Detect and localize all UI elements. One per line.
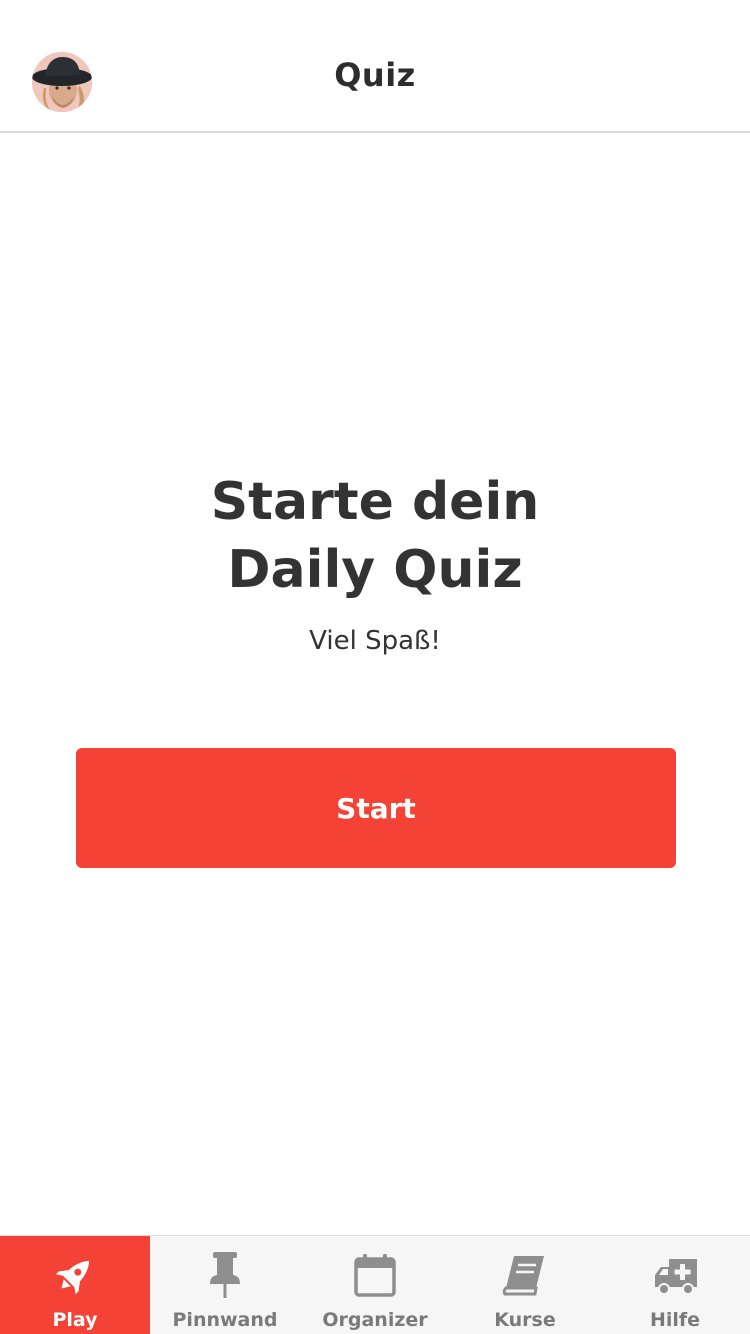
tab-hilfe[interactable]: Hilfe: [600, 1236, 750, 1334]
book-icon: [500, 1250, 550, 1300]
tab-label-hilfe: Hilfe: [649, 1309, 701, 1331]
pushpin-icon: [200, 1250, 250, 1300]
tab-label-play: Play: [52, 1309, 98, 1331]
rocket-icon: [50, 1250, 100, 1300]
bottom-tab-bar: Play Pinnwand Organizer Kurse Hilfe: [0, 1235, 750, 1334]
tab-organizer[interactable]: Organizer: [300, 1236, 450, 1334]
start-button[interactable]: Start: [76, 748, 676, 868]
header-bar: Quiz: [0, 0, 750, 133]
tab-pinnwand[interactable]: Pinnwand: [150, 1236, 300, 1334]
calendar-icon: [350, 1250, 400, 1300]
ambulance-icon: [650, 1250, 700, 1300]
app-screen: Quiz Starte dein Daily Quiz Viel Spaß! S…: [0, 0, 750, 1334]
quiz-subline: Viel Spaß!: [309, 626, 441, 656]
quiz-headline: Starte dein Daily Quiz: [0, 468, 750, 604]
tab-label-kurse: Kurse: [494, 1309, 556, 1331]
tab-label-organizer: Organizer: [322, 1309, 428, 1331]
tab-play[interactable]: Play: [0, 1236, 150, 1334]
headline-line-1: Starte dein: [210, 472, 540, 532]
headline-line-2: Daily Quiz: [227, 540, 523, 600]
page-title: Quiz: [334, 56, 416, 94]
tab-label-pinnwand: Pinnwand: [172, 1309, 278, 1331]
tab-kurse[interactable]: Kurse: [450, 1236, 600, 1334]
